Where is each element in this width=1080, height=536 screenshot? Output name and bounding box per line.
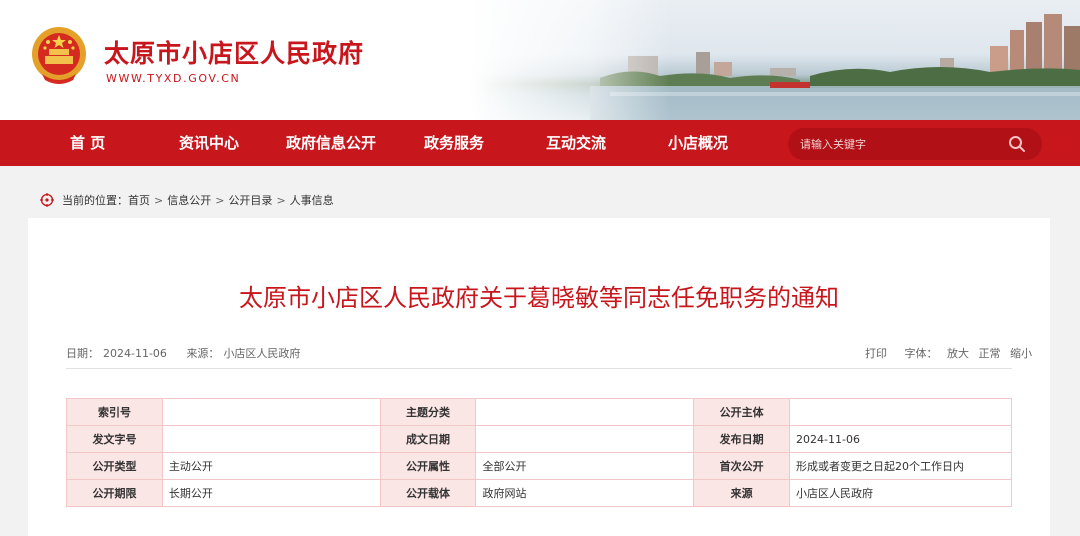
article-date: 2024-11-06	[103, 347, 167, 360]
table-label: 首次公开	[693, 452, 791, 480]
table-label: 主题分类	[379, 398, 477, 426]
article-source: 小店区人民政府	[223, 347, 301, 360]
font-small-button[interactable]: 缩小	[1010, 347, 1032, 360]
table-row: 索引号 主题分类 公开主体	[66, 398, 1012, 426]
table-value	[475, 398, 695, 426]
article-card: 太原市小店区人民政府关于葛晓敏等同志任免职务的通知 日期： 2024-11-06 …	[28, 218, 1050, 536]
breadcrumb-separator: >	[154, 193, 164, 207]
table-row: 公开期限 长期公开 公开载体 政府网站 来源 小店区人民政府	[66, 479, 1012, 507]
nav-item-news[interactable]: 资讯中心	[179, 120, 239, 166]
table-label: 公开类型	[66, 452, 163, 480]
nav-item-interaction[interactable]: 互动交流	[546, 120, 606, 166]
nav-item-home[interactable]: 首 页	[70, 120, 105, 166]
table-row: 公开类型 主动公开 公开属性 全部公开 首次公开 形成或者变更之日起20个工作日…	[66, 452, 1012, 480]
search-icon[interactable]	[1008, 135, 1026, 153]
table-label: 成文日期	[379, 425, 477, 453]
font-large-button[interactable]: 放大	[947, 347, 969, 360]
breadcrumb: 当前的位置： 首页 > 信息公开 > 公开目录 > 人事信息	[30, 188, 334, 212]
meta-divider	[66, 368, 1012, 369]
source-label: 来源：	[186, 347, 220, 360]
table-label: 公开载体	[379, 479, 477, 507]
table-label: 发文字号	[66, 425, 163, 453]
article-title: 太原市小店区人民政府关于葛晓敏等同志任免职务的通知	[239, 284, 839, 312]
location-target-icon	[40, 193, 54, 207]
date-label: 日期：	[66, 347, 99, 360]
breadcrumb-item-personnel[interactable]: 人事信息	[290, 192, 334, 208]
banner-fade-overlay	[470, 0, 670, 120]
table-value: 政府网站	[475, 479, 695, 507]
table-label: 发布日期	[693, 425, 791, 453]
table-label: 公开期限	[66, 479, 163, 507]
site-url: WWW.TYXD.GOV.CN	[106, 72, 241, 85]
breadcrumb-item-info[interactable]: 信息公开	[167, 192, 211, 208]
table-label: 来源	[693, 479, 791, 507]
table-label: 公开主体	[693, 398, 791, 426]
table-value: 全部公开	[475, 452, 695, 480]
table-row: 发文字号 成文日期 发布日期 2024-11-06	[66, 425, 1012, 453]
search-box	[788, 128, 1042, 160]
header-banner: 太原市小店区人民政府 WWW.TYXD.GOV.CN	[0, 0, 1080, 120]
table-label: 索引号	[66, 398, 163, 426]
breadcrumb-prefix: 当前的位置：	[62, 194, 128, 207]
site-title[interactable]: 太原市小店区人民政府	[104, 34, 364, 70]
article-tools: 打印 字体： 放大 正常 缩小	[859, 345, 1032, 361]
table-label: 公开属性	[379, 452, 477, 480]
table-value	[789, 398, 1012, 426]
table-value: 2024-11-06	[789, 425, 1012, 453]
national-emblem-icon	[32, 27, 86, 84]
table-value: 主动公开	[161, 452, 381, 480]
nav-item-gov-info[interactable]: 政府信息公开	[286, 120, 376, 166]
print-button[interactable]: 打印	[865, 347, 887, 360]
table-value: 形成或者变更之日起20个工作日内	[789, 452, 1012, 480]
nav-item-overview[interactable]: 小店概况	[668, 120, 728, 166]
breadcrumb-separator: >	[215, 193, 225, 207]
article-meta: 日期： 2024-11-06 来源： 小店区人民政府	[66, 345, 304, 361]
font-size-label: 字体：	[904, 347, 938, 360]
main-nav: 首 页 资讯中心 政府信息公开 政务服务 互动交流 小店概况	[0, 120, 1080, 166]
table-value	[161, 425, 381, 453]
table-value	[475, 425, 695, 453]
nav-item-services[interactable]: 政务服务	[424, 120, 484, 166]
breadcrumb-item-catalog[interactable]: 公开目录	[228, 192, 272, 208]
font-normal-button[interactable]: 正常	[979, 347, 1001, 360]
table-value: 小店区人民政府	[789, 479, 1012, 507]
disclosure-info-table: 索引号 主题分类 公开主体 发文字号 成文日期 发布日期 2024-11-06 …	[66, 398, 1012, 507]
table-value	[161, 398, 381, 426]
breadcrumb-separator: >	[276, 193, 286, 207]
breadcrumb-item-home[interactable]: 首页	[128, 192, 150, 208]
search-input[interactable]	[800, 128, 1000, 160]
table-value: 长期公开	[161, 479, 381, 507]
